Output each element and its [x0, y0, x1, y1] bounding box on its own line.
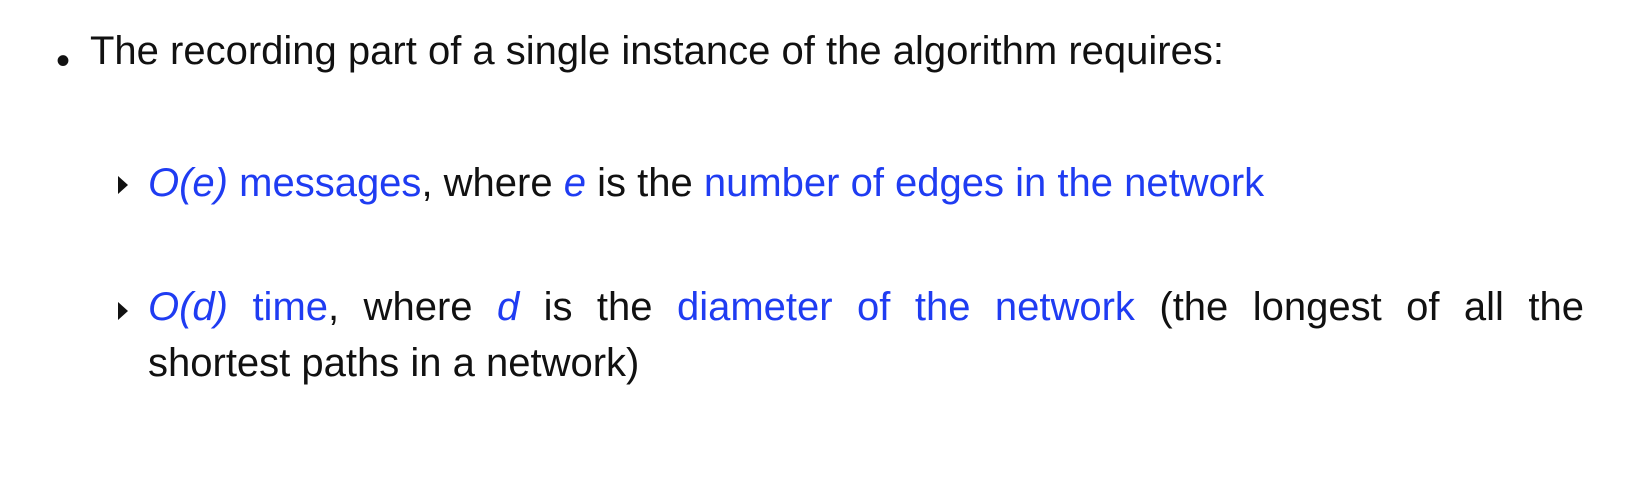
- sub-bullet-text: , where: [421, 161, 564, 205]
- arrow-bullet-icon: [118, 302, 128, 320]
- sub-bullet-messages: O(e) messages, where e is the number of …: [148, 156, 1264, 211]
- sub-bullet-time: O(d) time, where d is the diameter of th…: [148, 280, 1584, 335]
- complexity-od: O(d): [148, 285, 228, 329]
- main-bullet-text: The recording part of a single instance …: [90, 29, 1224, 73]
- sub-bullet-text: is the: [585, 161, 704, 205]
- sub-bullet-text: (the longest of all the: [1134, 285, 1584, 329]
- slide: • The recording part of a single instanc…: [0, 0, 1629, 479]
- sub-bullet-continuation: shortest paths in a network): [148, 341, 640, 385]
- complexity-oe: O(e): [148, 161, 228, 205]
- measure-time: time: [252, 285, 329, 329]
- measure-messages: messages: [239, 161, 422, 205]
- sub-bullet-text: is the: [519, 285, 677, 329]
- definition-diameter: diameter of the network: [676, 285, 1135, 329]
- definition-edges: number of edges in the network: [703, 161, 1265, 205]
- variable-d: d: [496, 285, 520, 329]
- variable-e: e: [563, 161, 586, 205]
- arrow-bullet-icon: [118, 176, 128, 194]
- bullet-marker: •: [56, 39, 71, 83]
- sub-bullet-text: , where: [328, 285, 497, 329]
